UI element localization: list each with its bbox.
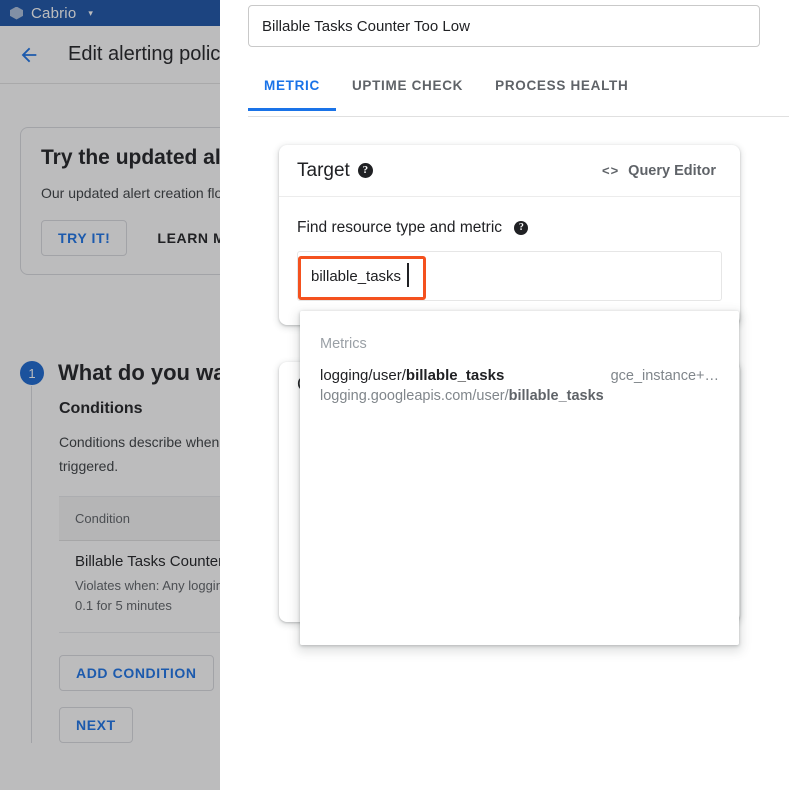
condition-title-field-wrap	[248, 5, 760, 47]
suggestion-primary-row: logging/user/billable_tasks gce_instance…	[320, 367, 719, 384]
metric-search-box[interactable]	[297, 251, 722, 301]
tab-metric[interactable]: METRIC	[248, 72, 336, 111]
suggestion-secondary: logging.googleapis.com/user/billable_tas…	[320, 388, 719, 404]
suggestions-group-label: Metrics	[320, 336, 367, 352]
tab-process-health[interactable]: PROCESS HEALTH	[479, 72, 644, 111]
dialog-tabs: METRIC UPTIME CHECK PROCESS HEALTH	[248, 72, 789, 117]
help-circle-icon[interactable]: ?	[514, 220, 529, 235]
code-brackets-icon: <>	[601, 163, 620, 178]
suggestion-resource-types: gce_instance+…	[610, 368, 719, 384]
target-card: Target ? <> Query Editor Find resource t…	[279, 145, 740, 325]
condition-title-input[interactable]	[248, 5, 760, 47]
suggestion-primary-prefix: logging/user/	[320, 367, 406, 384]
suggestion-primary: logging/user/billable_tasks	[320, 367, 504, 384]
query-editor-button[interactable]: <> Query Editor	[596, 162, 722, 180]
target-card-body: Find resource type and metric ?	[279, 197, 740, 325]
find-metric-label: Find resource type and metric ?	[297, 219, 722, 237]
query-editor-label: Query Editor	[628, 162, 716, 179]
suggestion-secondary-prefix: logging.googleapis.com/user/	[320, 388, 509, 404]
suggestion-secondary-match: billable_tasks	[508, 388, 604, 404]
help-circle-icon[interactable]: ?	[357, 163, 373, 178]
find-metric-label-text: Find resource type and metric	[297, 219, 503, 236]
search-input[interactable]	[298, 258, 528, 294]
list-item[interactable]: logging/user/billable_tasks gce_instance…	[300, 352, 739, 416]
metric-suggestions-popup: Metrics logging/user/billable_tasks gce_…	[300, 311, 739, 645]
tab-uptime-check[interactable]: UPTIME CHECK	[336, 72, 479, 111]
text-cursor	[407, 263, 409, 287]
target-card-title: Target	[297, 159, 350, 181]
target-card-header: Target ? <> Query Editor	[279, 145, 740, 197]
suggestion-primary-match: billable_tasks	[405, 367, 505, 384]
screen: Cabrio ▾ Edit alerting policy Try the up…	[0, 0, 789, 790]
condition-dialog: METRIC UPTIME CHECK PROCESS HEALTH Confi…	[220, 0, 789, 790]
